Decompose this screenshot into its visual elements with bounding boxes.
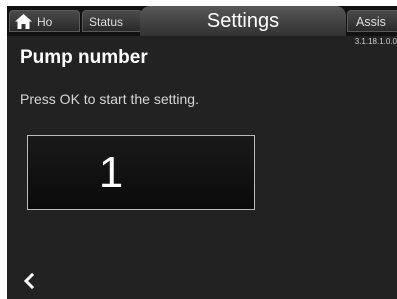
chevron-left-icon[interactable] — [22, 272, 36, 290]
tab-home[interactable]: Ho — [9, 10, 80, 32]
home-icon — [15, 14, 32, 29]
pump-number-field[interactable]: 1 — [27, 135, 255, 210]
tab-assist[interactable]: Assis — [347, 10, 397, 32]
tab-settings[interactable]: Settings — [140, 6, 346, 36]
pump-number-value: 1 — [98, 148, 124, 197]
version-number: 3.1.18.1.0.0 — [354, 37, 397, 46]
tab-home-label: Ho — [37, 15, 53, 29]
tab-status[interactable]: Status — [82, 10, 142, 32]
instruction-text: Press OK to start the setting. — [20, 91, 199, 107]
page-title: Pump number — [20, 47, 148, 68]
display-screen: Ho Status Settings Assis 3.1.18.1.0.0 Pu… — [7, 6, 397, 299]
tab-bar: Ho Status Settings Assis — [7, 6, 397, 36]
